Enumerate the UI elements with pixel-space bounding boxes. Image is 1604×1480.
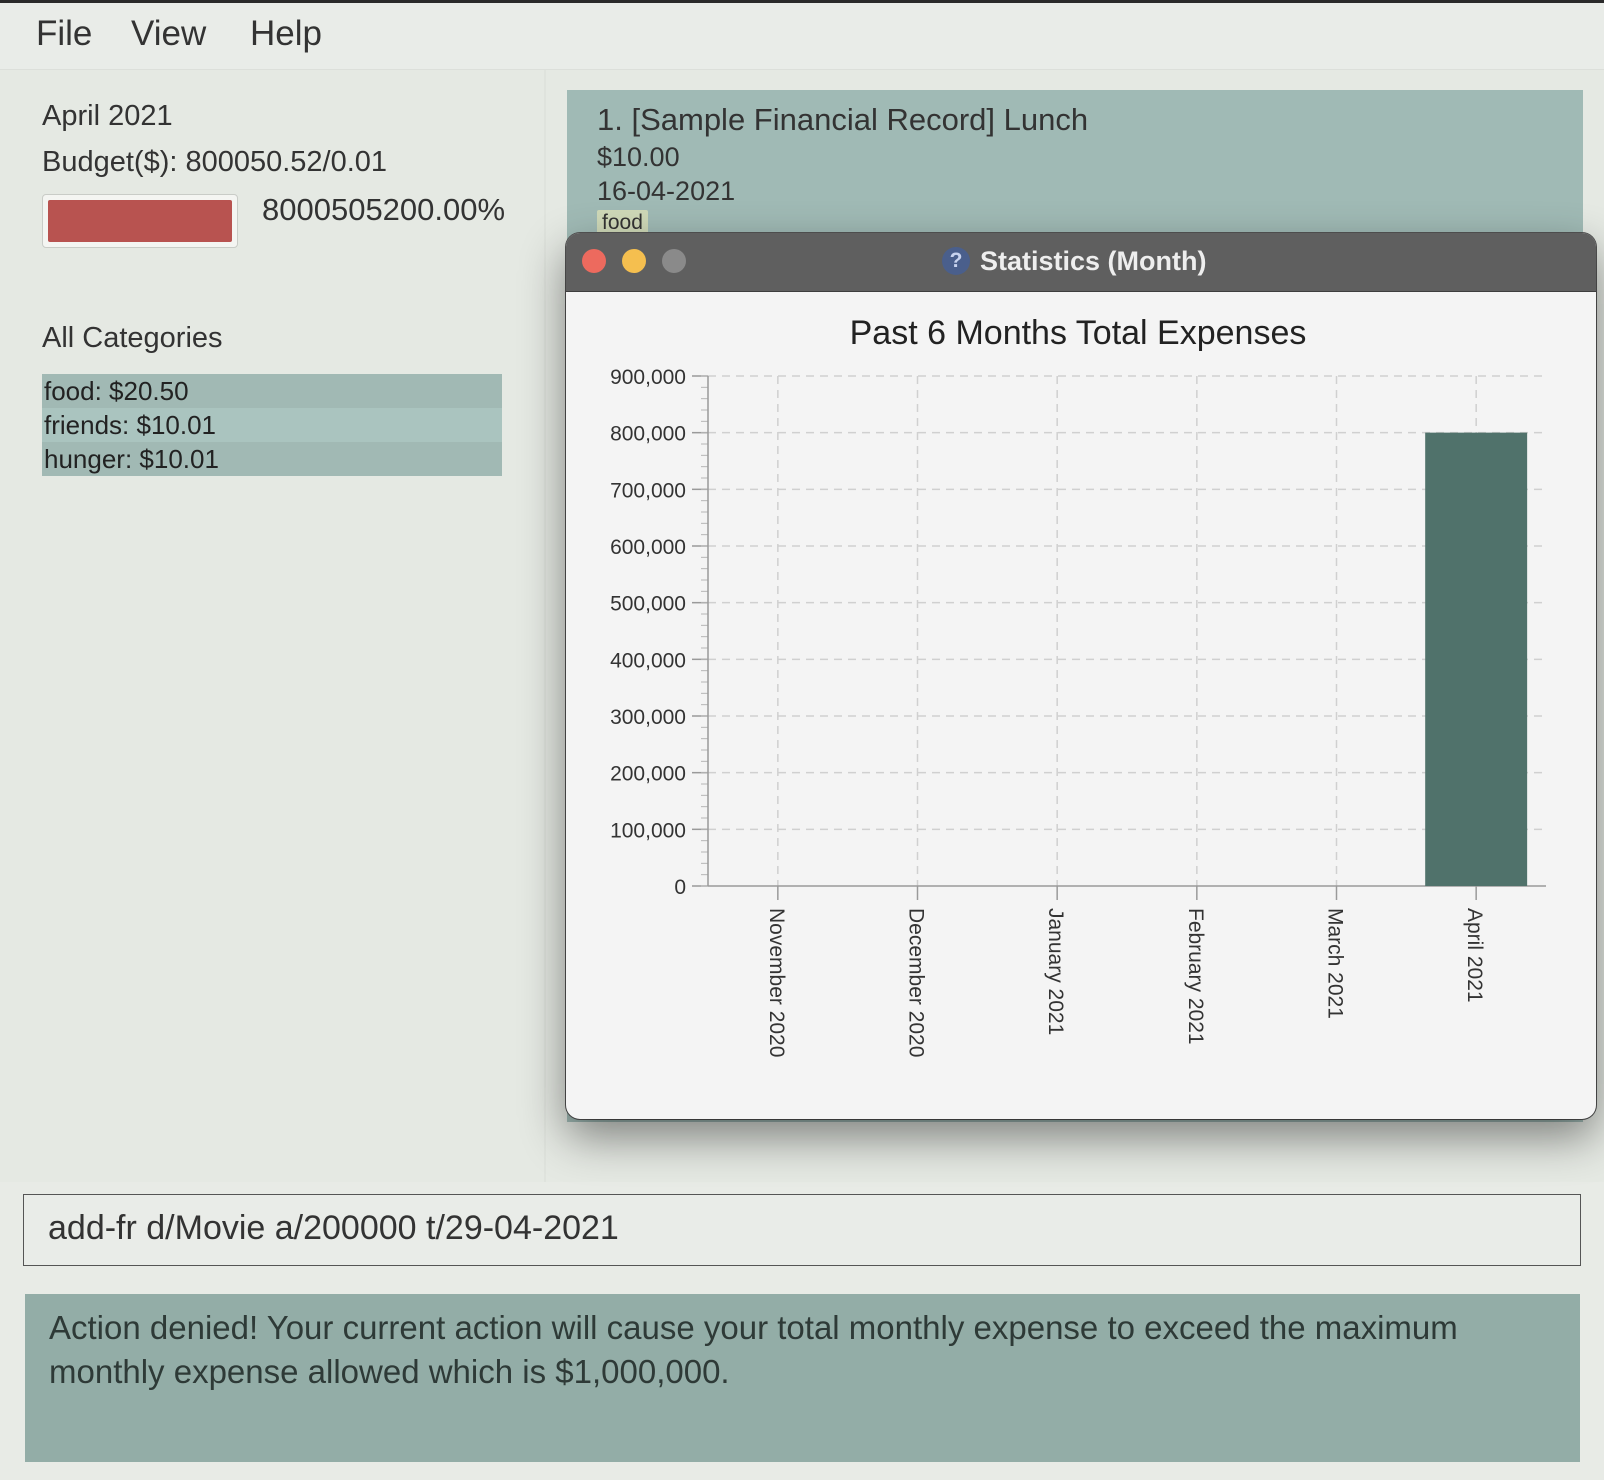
record-title: 1. [Sample Financial Record] Lunch	[597, 102, 1089, 137]
y-tick-label: 100,000	[610, 819, 686, 842]
menu-view[interactable]: View	[131, 14, 206, 54]
chart-title: Past 6 Months Total Expenses	[850, 314, 1307, 352]
y-tick-label: 600,000	[610, 536, 686, 559]
question-icon: ?	[942, 247, 970, 275]
budget-progress-percent: 8000505200.00%	[262, 192, 506, 227]
statistics-window: ? Statistics (Month) Past 6 Months Total…	[566, 233, 1596, 1119]
x-tick-label: February 2021	[1184, 908, 1207, 1045]
y-tick-label: 700,000	[610, 479, 686, 502]
menu-help[interactable]: Help	[250, 14, 322, 54]
y-tick-label: 800,000	[610, 423, 686, 446]
x-tick-label: January 2021	[1044, 908, 1067, 1035]
menu-file[interactable]: File	[36, 14, 92, 54]
category-item-hunger[interactable]: hunger: $10.01	[42, 442, 502, 476]
x-tick-label: November 2020	[765, 908, 788, 1057]
y-tick-label: 900,000	[610, 366, 686, 389]
bar-april-2021	[1425, 432, 1528, 886]
category-item-food[interactable]: food: $20.50	[42, 374, 502, 408]
close-icon[interactable]	[582, 249, 606, 273]
budget-month: April 2021	[42, 100, 173, 132]
minimize-icon[interactable]	[622, 249, 646, 273]
record-date: 16-04-2021	[597, 176, 736, 206]
x-tick-label: December 2020	[905, 908, 928, 1057]
budget-panel: April 2021 Budget($): 800050.52/0.01 800…	[0, 70, 546, 1182]
category-item-friends[interactable]: friends: $10.01	[42, 408, 502, 442]
result-display: Action denied! Your current action will …	[25, 1294, 1580, 1462]
y-tick-label: 0	[674, 876, 686, 899]
y-tick-label: 200,000	[610, 763, 686, 786]
category-list: food: $20.50 friends: $10.01 hunger: $10…	[42, 374, 502, 476]
record-amount: $10.00	[597, 142, 680, 172]
command-input[interactable]: add-fr d/Movie a/200000 t/29-04-2021	[48, 1209, 619, 1248]
categories-title: All Categories	[42, 322, 223, 354]
zoom-icon[interactable]	[662, 249, 686, 273]
budget-progress-fill	[48, 200, 232, 242]
statistics-window-titlebar[interactable]: ? Statistics (Month)	[566, 233, 1596, 292]
statistics-window-title: Statistics (Month)	[980, 246, 1207, 276]
budget-amount: Budget($): 800050.52/0.01	[42, 146, 388, 178]
x-tick-label: April 2021	[1463, 908, 1486, 1003]
expenses-bar-chart: Past 6 Months Total Expenses 0 100,000 200…	[610, 314, 1546, 1057]
y-tick-label: 400,000	[610, 649, 686, 672]
budget-progress-bar	[42, 194, 238, 248]
y-tick-label: 300,000	[610, 706, 686, 729]
y-tick-label: 500,000	[610, 593, 686, 616]
menu-bar: File View Help	[0, 3, 1604, 70]
command-input-box[interactable]: add-fr d/Movie a/200000 t/29-04-2021	[23, 1194, 1581, 1266]
x-tick-label: March 2021	[1324, 908, 1347, 1019]
result-message: Action denied! Your current action will …	[49, 1309, 1458, 1390]
